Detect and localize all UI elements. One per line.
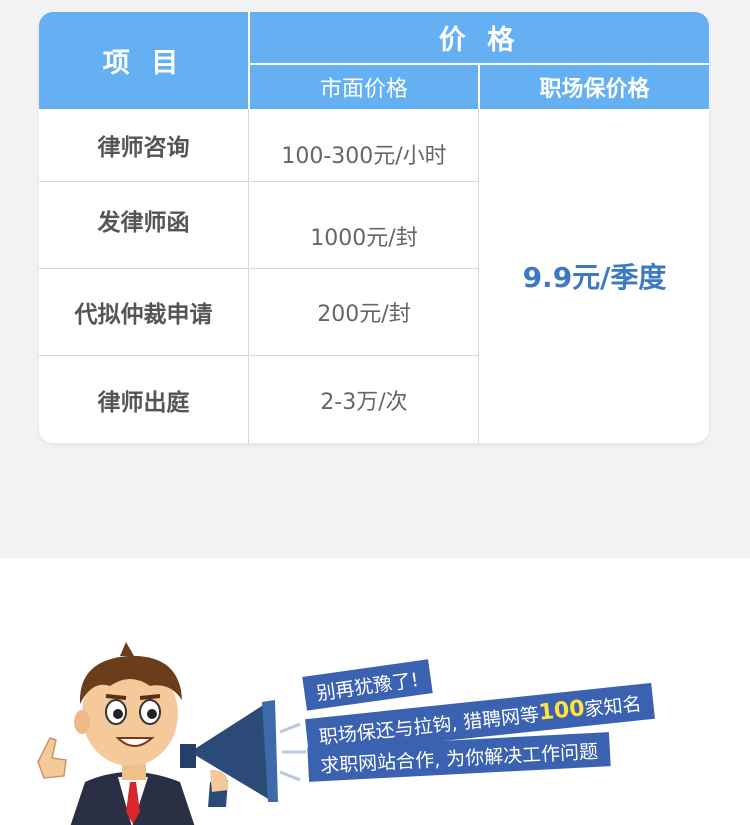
row-name-letter: 发律师函	[39, 182, 249, 269]
row-name-consult: 律师咨询	[39, 109, 249, 182]
promo-line-1: 别再犹豫了!	[302, 659, 433, 711]
mascot-megaphone-icon	[37, 642, 306, 825]
header-our-price: 职场保价格	[480, 65, 709, 109]
our-price-value: 9.9元/季度	[522, 261, 667, 294]
row-market-letter: 1000元/封	[250, 182, 479, 269]
pricing-table: 项 目 价 格 市面价格 职场保价格 律师咨询 100-300元/小时 发律师函…	[39, 12, 709, 443]
header-market-price: 市面价格	[250, 65, 479, 109]
header-price: 价 格	[250, 12, 709, 64]
promo-banner: 别再犹豫了! 职场保还与拉钩, 猎聘网等 100 家知名 求职网站合作, 为你解决工…	[0, 558, 750, 825]
header-item: 项 目	[39, 12, 249, 109]
row-market-court: 2-3万/次	[250, 356, 479, 443]
row-market-arbitration: 200元/封	[250, 269, 479, 356]
pricing-section: 项 目 价 格 市面价格 职场保价格 律师咨询 100-300元/小时 发律师函…	[0, 0, 750, 558]
row-market-consult: 100-300元/小时	[250, 109, 479, 182]
row-name-arbitration: 代拟仲裁申请	[39, 269, 249, 356]
row-name-court: 律师出庭	[39, 356, 249, 443]
